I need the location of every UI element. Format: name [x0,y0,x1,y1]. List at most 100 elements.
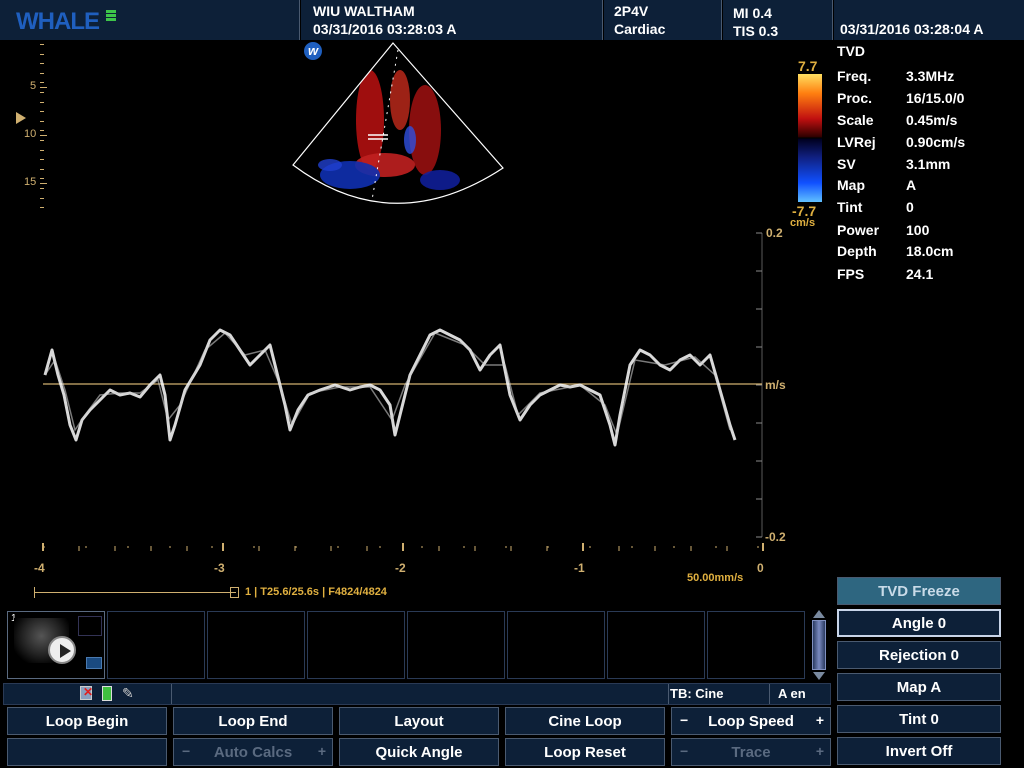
param-key: LVRej [837,134,876,150]
layout-button[interactable]: Layout [339,707,499,735]
depth-major-tick [40,135,47,136]
time-label: -3 [214,561,225,575]
invert-label: Invert Off [885,742,953,760]
thumbnail-scrollbar[interactable] [812,610,826,680]
time-label: 0 [757,561,764,575]
thumbnail-slot[interactable] [207,611,305,679]
input-language: A en [778,686,806,701]
cine-loop-button[interactable]: Cine Loop [505,707,665,735]
trace-decrease[interactable]: − [680,743,688,759]
tvd-freeze-label: TVD Freeze [878,582,960,600]
param-value: 3.3MHz [906,68,955,84]
focus-marker-icon[interactable] [16,112,26,124]
invert-button[interactable]: Invert Off [837,737,1001,765]
thumbnail-slot[interactable] [107,611,205,679]
thumbnail-slot[interactable] [307,611,405,679]
time-label: -4 [34,561,45,575]
thumbnail-1[interactable]: 1 [7,611,105,679]
cine-scrubber-handle[interactable] [230,587,239,598]
trace-increase[interactable]: + [816,743,824,759]
depth-tick [40,92,44,93]
depth-tick [40,73,44,74]
thumbnail-slot[interactable] [607,611,705,679]
thumbnail-panel [78,616,102,636]
thumbnail-slot[interactable] [407,611,505,679]
exam-datetime: 03/31/2016 03:28:03 A [313,21,457,37]
loop-speed-increase[interactable]: + [816,712,824,728]
depth-tick [40,54,44,55]
trackball-mode: TB: Cine [670,686,724,701]
scroll-thumb[interactable] [812,620,826,670]
depth-tick [40,102,44,103]
logo-mark-icon [106,10,116,22]
status-bar: ✕ ✎ TB: Cine A en [3,683,831,705]
depth-tick [40,188,44,189]
param-key: Map [837,177,865,193]
thumbnail-slot[interactable] [707,611,805,679]
param-key: Scale [837,112,874,128]
thumbnail-slot[interactable] [507,611,605,679]
angle-button[interactable]: Angle 0 [837,609,1001,637]
depth-tick [40,140,44,141]
depth-tick [40,169,44,170]
param-key: Freq. [837,68,872,84]
auto-calcs-increase[interactable]: + [318,743,326,759]
quick-angle-label: Quick Angle [375,743,463,761]
doppler-spectrum[interactable] [40,225,780,555]
thumbnail-badge [86,657,102,669]
clock: 03/31/2016 03:28:04 A [840,21,984,37]
tvd-freeze-header: TVD Freeze [837,577,1001,605]
cine-scrubber[interactable] [34,592,236,593]
depth-tick [40,207,44,208]
depth-label: 10 [24,128,37,140]
depth-tick [40,150,44,151]
trace-control[interactable]: − Trace + [671,738,831,766]
delete-icon[interactable]: ✕ [80,685,93,700]
loop-speed-decrease[interactable]: − [680,712,688,728]
quick-angle-button[interactable]: Quick Angle [339,738,499,766]
play-icon[interactable] [48,636,76,664]
loop-begin-button[interactable]: Loop Begin [7,707,167,735]
loop-begin-label: Loop Begin [45,712,129,730]
loop-reset-button[interactable]: Loop Reset [505,738,665,766]
rejection-button[interactable]: Rejection 0 [837,641,1001,669]
color-doppler-sector[interactable] [290,40,510,210]
cine-loop-label: Cine Loop [548,712,622,730]
param-value: 100 [906,222,930,238]
param-key: Depth [837,243,877,259]
logo-cell: WHALE [0,0,300,40]
probe-name: 2P4V [614,3,649,19]
y-unit-label: m/s [765,378,786,392]
depth-tick [40,159,44,160]
auto-calcs-control[interactable]: − Auto Calcs + [173,738,333,766]
depth-tick [40,130,44,131]
loop-end-label: Loop End [218,712,288,730]
status-divider [769,684,770,704]
depth-tick [40,63,44,64]
tint-button[interactable]: Tint 0 [837,705,1001,733]
angle-label: Angle 0 [891,614,947,632]
tis-value: TIS 0.3 [733,23,779,39]
layout-label: Layout [394,712,444,730]
loop-end-button[interactable]: Loop End [173,707,333,735]
loop-speed-label: Loop Speed [708,712,794,730]
tool-icons: ✕ ✎ [78,685,138,702]
depth-tick [40,111,44,112]
depth-tick [40,198,44,199]
depth-tick [40,44,44,45]
scroll-up-arrow[interactable] [813,610,825,618]
map-button[interactable]: Map A [837,673,1001,701]
status-divider [668,684,669,704]
loop-speed-control[interactable]: − Loop Speed + [671,707,831,735]
depth-tick [40,121,44,122]
site-name: WIU WALTHAM [313,3,415,19]
depth-label: 5 [30,80,37,92]
y-max-label: 0.2 [766,226,783,240]
param-value: 0.90cm/s [906,134,966,150]
probe-icon: ✎ [122,685,134,701]
auto-calcs-decrease[interactable]: − [182,743,190,759]
depth-label: 15 [24,176,37,188]
scroll-down-arrow[interactable] [813,672,825,680]
auto-calcs-label: Auto Calcs [213,743,293,761]
blank-button[interactable] [7,738,167,766]
